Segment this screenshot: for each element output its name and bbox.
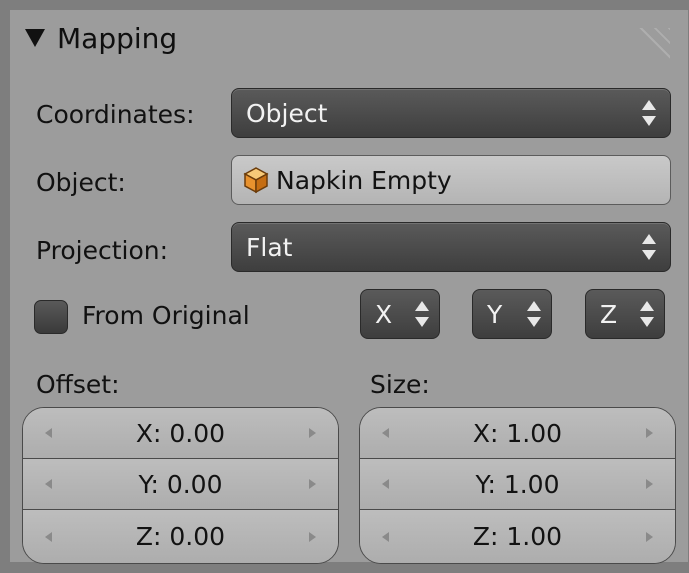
cube-icon xyxy=(243,167,269,194)
offset-x-value: X: 0.00 xyxy=(135,418,226,448)
projection-label: Projection: xyxy=(36,236,169,265)
collapse-triangle-icon[interactable] xyxy=(25,29,45,47)
decrement-arrow-icon[interactable] xyxy=(45,531,52,542)
axis-z-value: Z xyxy=(600,299,618,329)
offset-y-field[interactable]: Y: 0.00 xyxy=(23,459,338,510)
projection-dropdown[interactable]: Flat xyxy=(231,222,671,272)
panel-title: Mapping xyxy=(57,21,178,55)
increment-arrow-icon[interactable] xyxy=(308,531,316,542)
dropdown-arrows-icon xyxy=(415,301,429,327)
decrement-arrow-icon[interactable] xyxy=(45,428,52,438)
offset-label: Offset: xyxy=(36,370,120,399)
panel-drag-grip[interactable] xyxy=(630,28,670,68)
decrement-arrow-icon[interactable] xyxy=(382,531,389,542)
object-label: Object: xyxy=(36,168,126,197)
size-x-field[interactable]: X: 1.00 xyxy=(360,408,675,459)
dropdown-arrows-icon xyxy=(642,100,656,126)
axis-y-value: Y xyxy=(487,299,503,329)
decrement-arrow-icon[interactable] xyxy=(382,479,389,489)
size-y-value: Y: 1.00 xyxy=(475,469,560,499)
size-z-field[interactable]: Z: 1.00 xyxy=(360,510,675,563)
from-original-checkbox[interactable] xyxy=(34,300,68,334)
offset-z-field[interactable]: Z: 0.00 xyxy=(23,510,338,563)
coordinates-dropdown[interactable]: Object xyxy=(231,88,671,138)
size-z-value: Z: 1.00 xyxy=(472,522,563,551)
coordinates-label: Coordinates: xyxy=(36,100,195,129)
axis-y-dropdown[interactable]: Y xyxy=(472,289,552,339)
offset-y-value: Y: 0.00 xyxy=(138,469,223,499)
increment-arrow-icon[interactable] xyxy=(308,428,316,438)
size-fields: X: 1.00 Y: 1.00 Z: 1.00 xyxy=(359,407,676,564)
object-value: Napkin Empty xyxy=(276,165,452,195)
coordinates-value: Object xyxy=(246,98,328,128)
increment-arrow-icon[interactable] xyxy=(645,479,653,489)
axis-z-dropdown[interactable]: Z xyxy=(585,289,665,339)
offset-fields: X: 0.00 Y: 0.00 Z: 0.00 xyxy=(22,407,339,564)
axis-x-value: X xyxy=(375,299,393,329)
axis-x-dropdown[interactable]: X xyxy=(360,289,440,339)
size-y-field[interactable]: Y: 1.00 xyxy=(360,459,675,510)
dropdown-arrows-icon xyxy=(527,301,541,327)
projection-value: Flat xyxy=(246,232,293,262)
from-original-label: From Original xyxy=(82,301,250,330)
increment-arrow-icon[interactable] xyxy=(645,531,653,542)
decrement-arrow-icon[interactable] xyxy=(382,428,389,438)
offset-z-value: Z: 0.00 xyxy=(135,522,226,551)
increment-arrow-icon[interactable] xyxy=(308,479,316,489)
offset-x-field[interactable]: X: 0.00 xyxy=(23,408,338,459)
increment-arrow-icon[interactable] xyxy=(645,428,653,438)
size-label: Size: xyxy=(370,370,430,399)
size-x-value: X: 1.00 xyxy=(472,418,563,448)
decrement-arrow-icon[interactable] xyxy=(45,479,52,489)
dropdown-arrows-icon xyxy=(642,234,656,260)
object-field[interactable]: Napkin Empty xyxy=(231,155,671,205)
panel-header[interactable]: Mapping xyxy=(25,18,177,58)
dropdown-arrows-icon xyxy=(640,301,654,327)
